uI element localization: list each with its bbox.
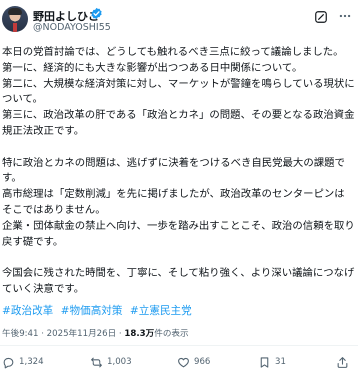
views-label: 件の表示 — [154, 329, 189, 339]
paragraph-10: 今国会に残された時間を、丁寧に、そして粘り強く、より深い議論につなげていく決意で… — [2, 267, 355, 295]
action-bar: 1,324 1,003 966 31 — [0, 352, 358, 372]
paragraph-6: 特に政治とカネの問題は、逃げずに決着をつけるべき自民党最大の課題です。 — [2, 156, 345, 185]
avatar[interactable] — [2, 6, 28, 32]
hashtag-link[interactable]: #物価高対策 — [61, 305, 123, 317]
bookmark-count: 31 — [275, 357, 286, 367]
post-timestamp[interactable]: 午後9:41 · 2025年11月26日 · — [2, 329, 124, 339]
paragraph-2: 第一に、経済的にも大きな影響が出つつある日中関係について。 — [2, 61, 303, 74]
bookmark-icon — [260, 357, 269, 368]
avatar-tie — [13, 23, 17, 32]
view-count: 18.3万 — [124, 329, 155, 339]
hashtag-link[interactable]: #政治改革 — [2, 305, 53, 317]
like-count: 966 — [194, 357, 211, 367]
repost-icon — [91, 357, 102, 368]
share-icon — [337, 357, 348, 368]
more-icon[interactable] — [337, 9, 353, 23]
paragraph-8: 企業・団体献金の禁止へ向け、一歩を踏み出すことこそ、政治の信頼を取り戻す礎です。 — [2, 219, 355, 248]
post-meta: 午後9:41 · 2025年11月26日 · 18.3万件の表示 — [2, 327, 189, 339]
post: 野田よしひこ @NODAYOSHI55 本日の党首討論では、どうしても触れるべき… — [0, 0, 358, 378]
reply-count: 1,324 — [19, 357, 44, 367]
author-handle[interactable]: @NODAYOSHI55 — [33, 22, 111, 33]
post-text: 本日の党首討論では、どうしても触れるべき三点に絞って議論しました。 第一に、経済… — [2, 45, 355, 298]
paragraph-7: 高市総理は「定数削減」を先に掲げましたが、政治改革のセンターピンはそこではありま… — [2, 188, 345, 216]
paragraph-3: 第二に、大規模な経済対策に対し、マーケットが警鐘を鳴らしている現状について。 — [2, 77, 355, 106]
repost-count: 1,003 — [107, 357, 132, 367]
like-icon — [178, 357, 189, 368]
hashtag-row: #政治改革 #物価高対策 #立憲民主党 — [2, 303, 196, 318]
paragraph-4: 第三に、政治改革の肝である「政治とカネ」の問題、その要となる政治資金規正法改正で… — [2, 109, 355, 137]
hashtag-link[interactable]: #立憲民主党 — [130, 305, 192, 317]
verified-badge-icon — [91, 7, 102, 20]
avatar-hair — [8, 8, 22, 15]
reply-icon — [3, 357, 14, 369]
grok-icon[interactable] — [314, 10, 328, 24]
divider — [0, 345, 358, 346]
paragraph-1: 本日の党首討論では、どうしても触れるべき三点に絞って議論しました。 — [2, 46, 344, 58]
post-header: 野田よしひこ @NODAYOSHI55 — [0, 0, 358, 34]
